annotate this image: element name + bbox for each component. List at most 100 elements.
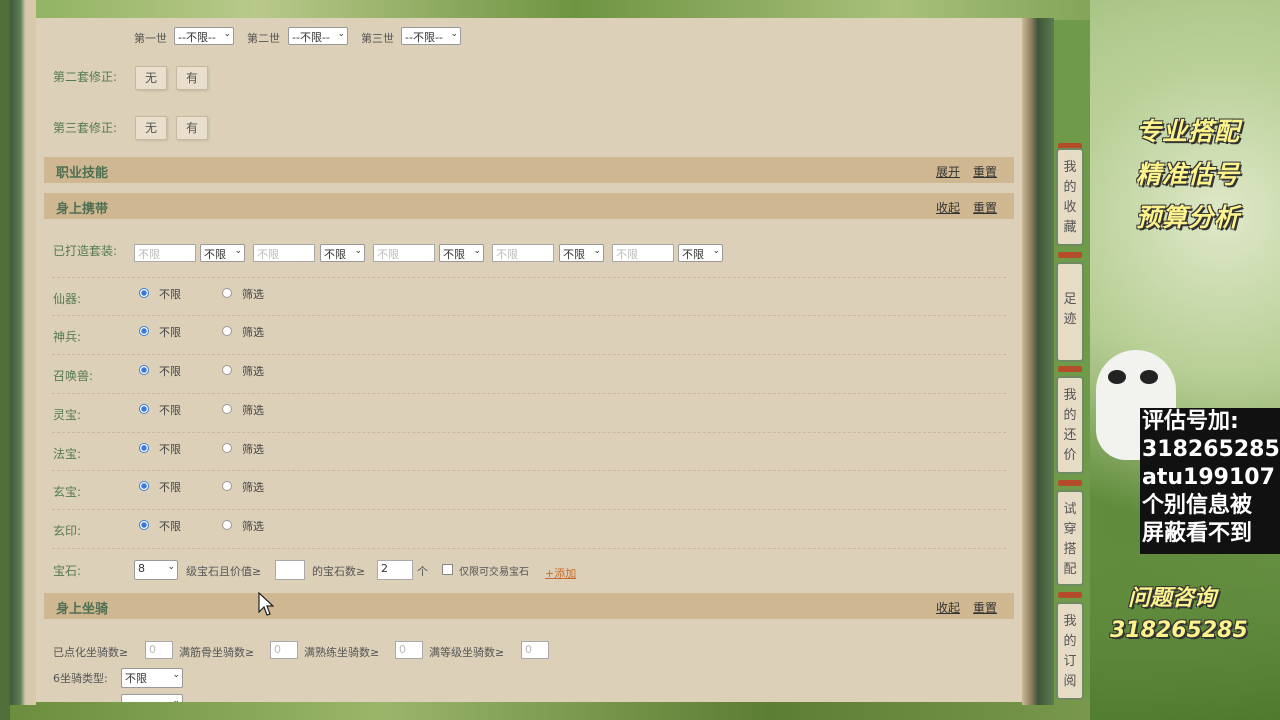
info-line-4: 个别信息被	[1142, 493, 1253, 518]
fix3-yes-button[interactable]: 有	[176, 116, 208, 140]
forged-set-select-4[interactable]: 不限 ⌄	[559, 244, 604, 262]
radio-filter-label: 筛选	[242, 326, 264, 339]
tab-label: 足迹	[1063, 292, 1077, 327]
radio-any[interactable]	[139, 520, 149, 530]
radio-any[interactable]	[139, 288, 149, 298]
promo-line-2: 精准估号	[1136, 160, 1241, 189]
next-row-select[interactable]: ⌄	[121, 694, 183, 702]
info-line-5: 屏蔽看不到	[1142, 521, 1253, 546]
carry-reset-link[interactable]: 重置	[973, 199, 997, 216]
radio-any-label: 不限	[159, 404, 181, 417]
frame-left	[10, 0, 36, 705]
forged-set-input-1[interactable]: 不限	[134, 244, 196, 262]
radio-filter-label: 筛选	[242, 365, 264, 378]
fix3-no-button[interactable]: 无	[135, 116, 167, 140]
radio-any[interactable]	[139, 326, 149, 336]
forged-set-input-4[interactable]: 不限	[492, 244, 554, 262]
background-left	[0, 0, 10, 720]
divider	[52, 432, 1006, 433]
consult-number: 318265285	[1110, 618, 1248, 643]
forged-set-select-5[interactable]: 不限 ⌄	[678, 244, 723, 262]
tab-my-favorites[interactable]: 我的收藏	[1056, 148, 1084, 246]
mount6-select[interactable]: 不限 ⌄	[121, 668, 183, 688]
radio-any[interactable]	[139, 443, 149, 453]
radio-filter[interactable]	[222, 481, 232, 491]
radio-filter[interactable]	[222, 326, 232, 336]
tab-my-subscriptions[interactable]: 我的订阅	[1056, 602, 1084, 700]
divider	[52, 548, 1006, 549]
mount-reset-link[interactable]: 重置	[973, 599, 997, 616]
promo-line-3: 预算分析	[1136, 203, 1241, 232]
carry-collapse-link[interactable]: 收起	[936, 199, 960, 216]
tab-cap	[1058, 366, 1082, 372]
tab-cap	[1058, 480, 1082, 486]
carry-row-label: 玄宝:	[53, 485, 82, 499]
radio-filter[interactable]	[222, 443, 232, 453]
tab-cap	[1058, 252, 1082, 258]
radio-any-label: 不限	[159, 443, 181, 456]
forged-set-select-3[interactable]: 不限 ⌄	[439, 244, 484, 262]
radio-filter[interactable]	[222, 404, 232, 414]
carry-row-label: 神兵:	[53, 330, 82, 344]
forged-set-input-3[interactable]: 不限	[373, 244, 435, 262]
mount-section-title: 身上坐骑	[56, 602, 109, 617]
radio-filter-label: 筛选	[242, 404, 264, 417]
tab-my-counteroffers[interactable]: 我的还价	[1056, 376, 1084, 474]
fix2-yes-button[interactable]: 有	[176, 66, 208, 90]
tradable-label: 仅限可交易宝石	[459, 567, 529, 578]
radio-filter-label: 筛选	[242, 288, 264, 301]
add-gem-link[interactable]: +添加	[545, 565, 576, 581]
gen3-select[interactable]: --不限-- ⌄	[401, 27, 461, 45]
tab-label: 我的订阅	[1063, 614, 1077, 689]
forged-set-select-1[interactable]: 不限 ⌄	[200, 244, 245, 262]
tab-label: 我的还价	[1063, 388, 1077, 463]
gem-unit: 个	[417, 565, 428, 578]
bones-mount-input[interactable]: 0	[270, 641, 298, 659]
dotted-mount-input[interactable]: 0	[145, 641, 173, 659]
forged-set-input-5[interactable]: 不限	[612, 244, 674, 262]
radio-any[interactable]	[139, 481, 149, 491]
radio-any[interactable]	[139, 365, 149, 375]
skills-expand-link[interactable]: 展开	[936, 163, 960, 180]
contact-info-box: 评估号加: 318265285 atu199107 个别信息被 屏蔽看不到	[1140, 408, 1280, 554]
gem-text-2: 的宝石数≥	[312, 565, 366, 578]
tradable-checkbox[interactable]	[442, 564, 453, 575]
divider	[52, 354, 1006, 355]
radio-any-label: 不限	[159, 365, 181, 378]
gem-label: 宝石:	[53, 564, 82, 578]
fix3-label: 第三套修正:	[53, 121, 118, 135]
gen2-label: 第二世	[247, 32, 280, 45]
skill-mount-input[interactable]: 0	[395, 641, 423, 659]
gem-value-input[interactable]	[275, 560, 305, 580]
level-mount-input[interactable]: 0	[521, 641, 549, 659]
gem-count-input[interactable]: 2	[377, 560, 413, 580]
radio-filter[interactable]	[222, 520, 232, 530]
carry-row-label: 召唤兽:	[53, 369, 94, 383]
frame-right	[1022, 18, 1054, 705]
forged-set-input-2[interactable]: 不限	[253, 244, 315, 262]
forged-set-select-2[interactable]: 不限 ⌄	[320, 244, 365, 262]
consult-title: 问题咨询	[1128, 586, 1217, 611]
divider	[52, 470, 1006, 471]
skills-reset-link[interactable]: 重置	[973, 163, 997, 180]
tab-try-on[interactable]: 试穿搭配	[1056, 490, 1084, 586]
radio-any[interactable]	[139, 404, 149, 414]
tab-footprints[interactable]: 足迹	[1056, 262, 1084, 362]
carry-row-label: 法宝:	[53, 447, 82, 461]
gen2-select[interactable]: --不限-- ⌄	[288, 27, 348, 45]
tab-label: 试穿搭配	[1063, 502, 1077, 577]
skills-section-title: 职业技能	[56, 166, 109, 181]
mount-collapse-link[interactable]: 收起	[936, 599, 960, 616]
info-line-1: 评估号加:	[1142, 409, 1239, 434]
mount-section-header: 身上坐骑 收起 重置	[44, 593, 1014, 619]
radio-filter[interactable]	[222, 288, 232, 298]
background-top	[0, 0, 1280, 20]
mouse-cursor-icon	[258, 592, 274, 616]
radio-filter[interactable]	[222, 365, 232, 375]
gen1-label: 第一世	[134, 32, 167, 45]
gem-level-select[interactable]: 8 ⌄	[134, 560, 178, 580]
fix2-no-button[interactable]: 无	[135, 66, 167, 90]
divider	[52, 277, 1006, 278]
promo-line-1: 专业搭配	[1136, 117, 1241, 146]
gen1-select[interactable]: --不限-- ⌄	[174, 27, 234, 45]
